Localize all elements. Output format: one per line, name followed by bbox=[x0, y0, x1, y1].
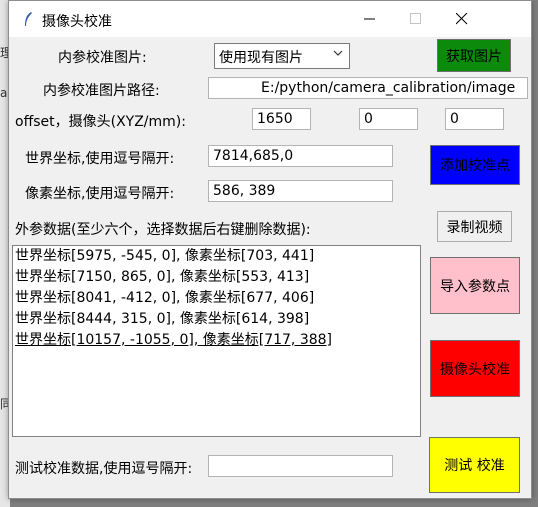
offset-y-field[interactable]: 0 bbox=[359, 108, 418, 130]
import-points-button[interactable]: 导入参数点 bbox=[430, 257, 520, 314]
close-icon bbox=[456, 13, 468, 25]
offset-label: offset，摄像头(XYZ/mm): bbox=[15, 114, 186, 130]
list-item[interactable]: 世界坐标[8041, -412, 0], 像素坐标[677, 406] bbox=[13, 288, 420, 309]
test-calibration-button[interactable]: 测试 校准 bbox=[429, 437, 520, 493]
intrinsic-image-select-value: 使用现有图片 bbox=[219, 50, 303, 66]
offset-z-field[interactable]: 0 bbox=[445, 108, 504, 130]
pixel-coord-label: 像素坐标,使用逗号隔开: bbox=[25, 186, 175, 202]
extrinsic-data-label: 外参数据(至少六个，选择数据后右键删除数据): bbox=[15, 222, 311, 238]
list-item[interactable]: 世界坐标[5975, -545, 0], 像素坐标[703, 441] bbox=[13, 246, 420, 267]
maximize-icon bbox=[410, 13, 421, 24]
test-label: 测试校准数据,使用逗号隔开: bbox=[15, 461, 193, 477]
calibrate-camera-button[interactable]: 摄像头校准 bbox=[430, 340, 520, 397]
title-bar: 摄像头校准 bbox=[9, 1, 531, 37]
record-video-button[interactable]: 录制视频 bbox=[437, 211, 512, 242]
extrinsic-data-list[interactable]: 世界坐标[5975, -545, 0], 像素坐标[703, 441] 世界坐标[… bbox=[12, 245, 421, 437]
chevron-down-icon bbox=[333, 50, 343, 56]
intrinsic-path-field[interactable]: E:/python/camera_calibration/image bbox=[208, 77, 528, 99]
pixel-coord-field[interactable]: 586, 389 bbox=[208, 180, 393, 202]
maximize-button[interactable] bbox=[393, 1, 439, 37]
intrinsic-path-label: 内参校准图片路径: bbox=[43, 83, 160, 99]
list-item[interactable]: 世界坐标[8444, 315, 0], 像素坐标[614, 398] bbox=[13, 309, 420, 330]
close-button[interactable] bbox=[439, 1, 485, 37]
intrinsic-image-select[interactable]: 使用现有图片 bbox=[214, 43, 350, 69]
window-title: 摄像头校准 bbox=[42, 14, 112, 30]
offset-x-field[interactable]: 1650 bbox=[252, 108, 311, 130]
minimize-button[interactable] bbox=[347, 1, 393, 37]
world-coord-label: 世界坐标,使用逗号隔开: bbox=[25, 151, 175, 167]
list-item[interactable]: 世界坐标[10157, -1055, 0], 像素坐标[717, 388] bbox=[13, 330, 420, 351]
world-coord-field[interactable]: 7814,685,0 bbox=[208, 145, 393, 167]
minimize-icon bbox=[364, 18, 375, 20]
get-image-button[interactable]: 获取图片 bbox=[437, 39, 511, 72]
intrinsic-image-label: 内参校准图片: bbox=[58, 50, 147, 66]
add-calibration-point-button[interactable]: 添加校准点 bbox=[430, 145, 520, 185]
feather-icon bbox=[25, 12, 32, 26]
calibration-window: 摄像头校准 内参校准图片: 使用现有图片 获取图片 内参校准图片路径: E:/p… bbox=[8, 0, 532, 499]
test-field[interactable] bbox=[208, 455, 393, 477]
list-item[interactable]: 世界坐标[7150, 865, 0], 像素坐标[553, 413] bbox=[13, 267, 420, 288]
